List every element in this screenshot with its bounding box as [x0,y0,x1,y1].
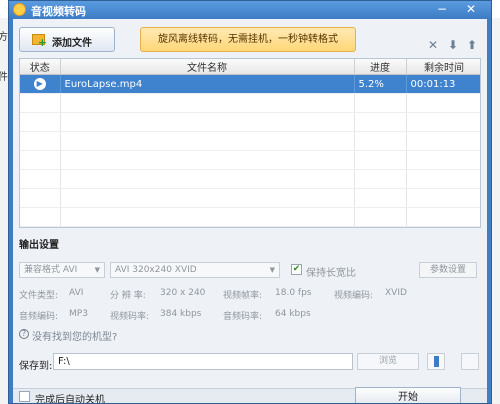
frame-rate-label: 视频帧率: [223,291,263,301]
list-header: 状态 文件名称 进度 剩余时间 [20,59,480,75]
move-up-icon[interactable]: ⬆ [467,38,477,52]
window-title: 音视频转码 [31,5,86,18]
auto-shutdown-label: 完成后自动关机 [35,395,105,404]
chevron-down-icon: ▼ [94,266,100,274]
progress-cell: 5.2% [354,74,407,94]
file-type-value: AVI [69,288,84,298]
preset-select[interactable]: AVI 320x240 XVID ▼ [110,262,280,278]
save-path-field[interactable]: F:\ [53,353,353,370]
table-row [20,131,480,151]
video-bitrate-value: 384 kbps [160,309,202,319]
background-window-edge-right [491,18,500,404]
column-header-progress[interactable]: 进度 [354,59,407,75]
table-row[interactable]: ▶ EuroLapse.mp4 5.2% 00:01:13 [20,74,480,94]
audio-bitrate-label: 音频码率: [223,312,263,322]
column-header-remaining[interactable]: 剩余时间 [406,59,480,75]
file-type-label: 文件类型: [19,291,59,301]
audio-codec-label: 音频编码: [19,312,59,322]
table-row [20,93,480,113]
column-header-filename[interactable]: 文件名称 [60,59,355,75]
table-row [20,112,480,132]
file-list: 状态 文件名称 进度 剩余时间 ▶ EuroLapse.mp4 5.2% 00:… [19,58,481,228]
help-icon: ? [19,329,29,339]
add-file-label: 添加文件 [52,38,92,49]
background-text: 方 [0,32,8,43]
background-text: 件 [0,72,8,83]
minimize-button[interactable]: − [432,1,452,17]
save-to-label: 保存到: [19,361,53,372]
transcode-window: 音视频转码 − ✕ 添加文件 旋风离线转码，无需挂机，一秒钟转格式 ✕ ⬇ ⬆ … [8,0,492,404]
main-panel: 添加文件 旋风离线转码，无需挂机，一秒钟转格式 ✕ ⬇ ⬆ 状态 文件名称 进度… [13,19,487,404]
table-row [20,207,480,227]
close-window-button[interactable]: ✕ [461,1,481,17]
audio-codec-value: MP3 [69,309,88,319]
resolution-label: 分 辨 率: [110,291,146,301]
chevron-down-icon: ▼ [269,266,275,274]
remaining-cell: 00:01:13 [406,74,480,94]
output-settings-title: 输出设置 [19,240,59,251]
device-not-found-link[interactable]: 没有找到您的机型? [32,328,117,343]
folder-icon [433,356,439,367]
video-codec-value: XVID [385,288,407,298]
remove-item-icon[interactable]: ✕ [428,38,438,52]
folder-add-icon [32,34,47,49]
video-bitrate-label: 视频码率: [110,312,150,322]
preset-select-value: AVI 320x240 XVID [115,265,197,275]
auto-shutdown-checkbox[interactable] [19,391,30,402]
open-folder-button[interactable] [427,353,445,370]
audio-bitrate-value: 64 kbps [275,309,311,319]
filename-cell: EuroLapse.mp4 [60,74,355,94]
table-row [20,169,480,189]
keep-aspect-ratio-label: 保持长宽比 [306,268,356,279]
video-codec-label: 视频编码: [334,291,374,301]
extra-option-button[interactable] [461,353,479,370]
resolution-value: 320 x 240 [160,288,206,298]
move-down-icon[interactable]: ⬇ [448,38,458,52]
play-icon: ▶ [33,78,46,90]
app-logo-icon [13,3,26,16]
table-row [20,150,480,170]
frame-rate-value: 18.0 fps [275,288,312,298]
format-select[interactable]: 兼容格式 AVI ▼ [19,262,105,278]
add-file-button[interactable]: 添加文件 [19,27,115,52]
start-button[interactable]: 开始 [355,387,461,403]
offline-transcode-banner[interactable]: 旋风离线转码，无需挂机，一秒钟转格式 [140,27,356,52]
status-cell: ▶ [20,74,61,94]
table-row [20,188,480,208]
title-bar[interactable]: 音视频转码 − ✕ [9,1,491,19]
keep-aspect-ratio-checkbox[interactable]: ✔ [291,264,302,275]
column-header-status[interactable]: 状态 [20,59,61,75]
format-select-value: 兼容格式 AVI [24,265,78,275]
browse-button[interactable]: 浏览 [357,353,419,370]
parameter-settings-button[interactable]: 参数设置 [419,262,477,278]
